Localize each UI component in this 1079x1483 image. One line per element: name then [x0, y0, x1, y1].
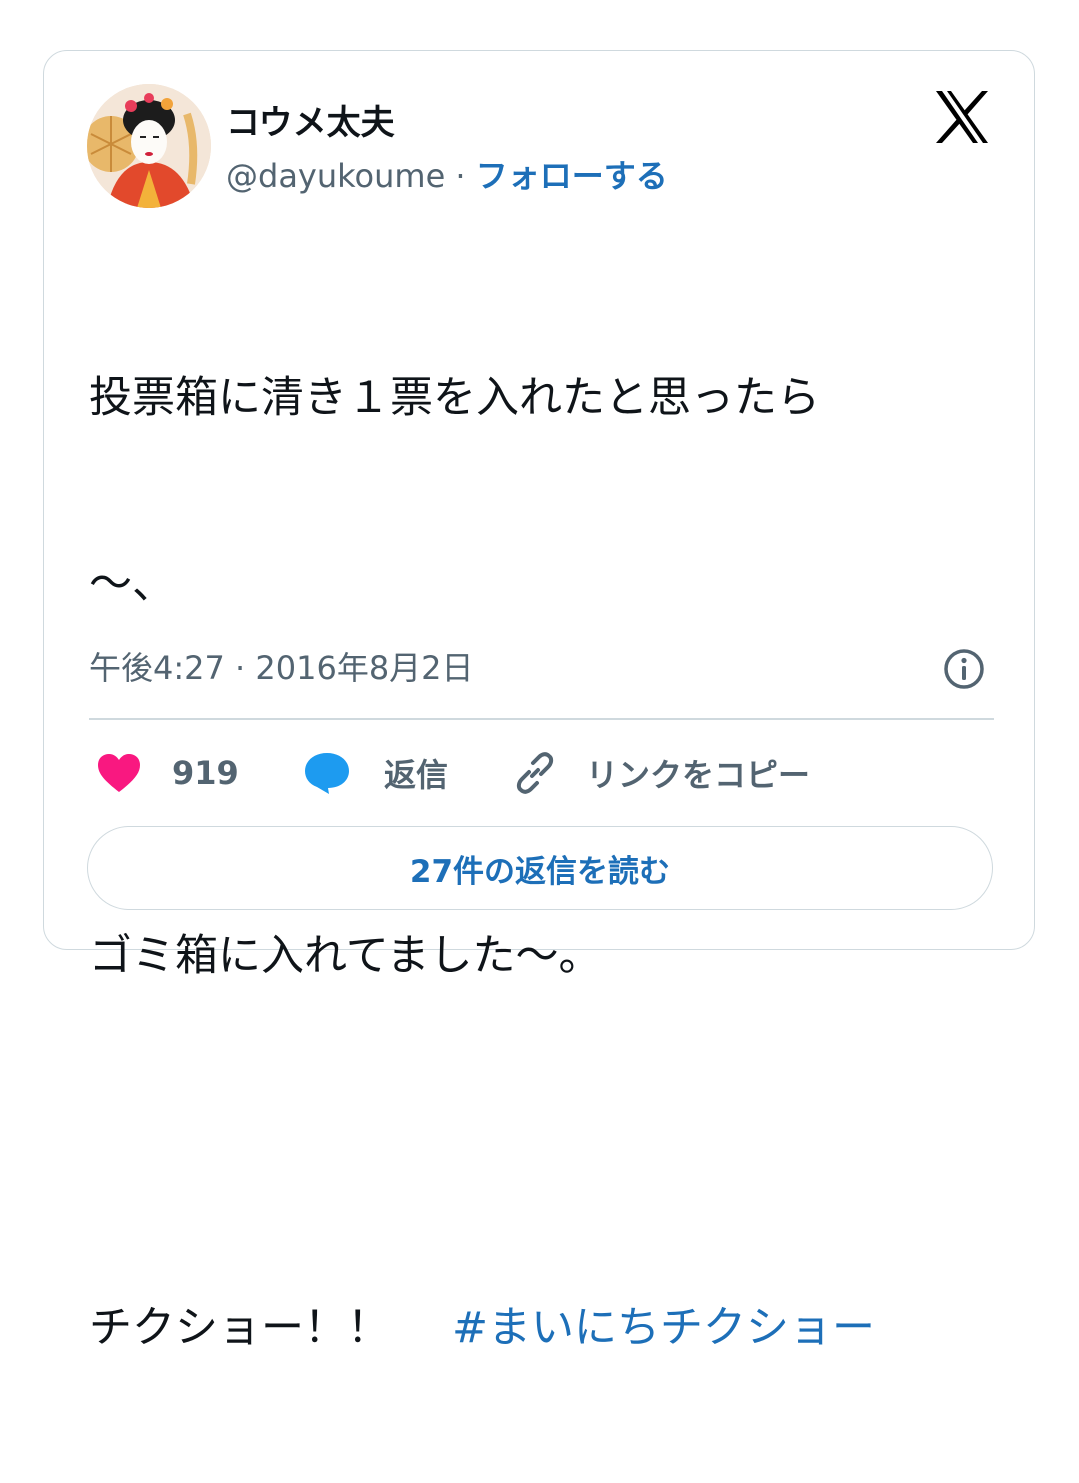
reply-label: 返信 [384, 756, 449, 794]
copy-link-button[interactable]: リンクをコピー [512, 747, 810, 799]
tweet-card: コウメ太夫 @dayukoume · フォローする 投票箱に清き１票を入れたと思… [43, 50, 1035, 1353]
display-name[interactable]: コウメ太夫 [226, 95, 395, 144]
link-icon [516, 752, 554, 794]
hashtag-link[interactable]: #まいにちチクショー [452, 1303, 875, 1353]
x-logo-icon[interactable] [932, 88, 992, 146]
info-icon[interactable] [942, 647, 986, 691]
speech-bubble-icon [305, 753, 349, 794]
like-count: 919 [172, 754, 239, 792]
tweet-line: 〜、 [89, 559, 175, 609]
follow-link[interactable]: フォローする [476, 157, 668, 195]
separator: · [445, 157, 476, 195]
read-replies-button[interactable]: 27件の返信を読む [87, 826, 993, 910]
like-button[interactable]: 919 [96, 747, 239, 799]
tweet-line [89, 1111, 989, 1173]
copy-link-label: リンクをコピー [586, 756, 811, 794]
reply-button[interactable]: 返信 [302, 747, 448, 799]
avatar[interactable] [87, 84, 211, 208]
tweet-line: 投票箱に清き１票を入れたと思ったら [89, 373, 820, 423]
tweet-last-line: チクショー！！ #まいにちチクショー [89, 1297, 989, 1359]
handle-line: @dayukoume · フォローする [226, 151, 668, 197]
tweet-line: ゴミ箱に入れてました〜。 [89, 931, 602, 981]
handle[interactable]: @dayukoume [226, 157, 445, 195]
divider [89, 718, 994, 720]
timestamp[interactable]: 午後4:27 · 2016年8月2日 [89, 643, 474, 689]
tweet-line-text: チクショー！！ [89, 1303, 390, 1353]
heart-icon [98, 754, 140, 792]
